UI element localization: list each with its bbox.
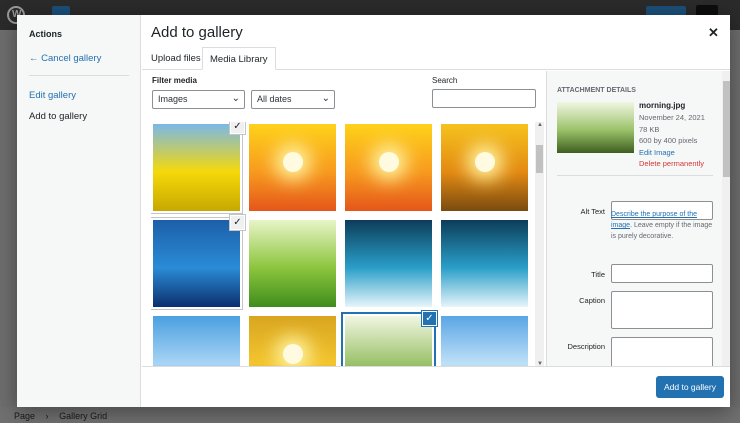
description-textarea[interactable] <box>611 337 713 366</box>
chevron-down-icon: ⌄ <box>231 93 240 104</box>
caption-label: Caption <box>579 296 605 305</box>
attachment-sunflower-field[interactable] <box>249 316 336 366</box>
attachment-sky-horizon[interactable] <box>441 316 528 366</box>
scroll-thumb[interactable] <box>536 145 543 173</box>
caption-textarea[interactable] <box>611 291 713 329</box>
modal-title: Add to gallery <box>151 24 243 41</box>
sun-glare <box>379 152 399 172</box>
attachment-orange-sunburst-2[interactable] <box>345 124 432 211</box>
menu-separator <box>29 75 129 76</box>
cancel-gallery-link[interactable]: ← Cancel gallery <box>29 53 101 64</box>
details-scrollbar[interactable] <box>722 71 730 366</box>
scroll-up-icon: ▲ <box>537 122 543 128</box>
search-input[interactable] <box>432 89 536 108</box>
attachment-orange-sunburst-1[interactable] <box>249 124 336 211</box>
tab-upload-files[interactable]: Upload files <box>144 47 208 70</box>
date-filter-select[interactable]: All dates ⌄ <box>251 90 335 109</box>
grid-scrollbar[interactable]: ▲ ▼ <box>535 122 544 367</box>
details-separator <box>557 175 713 176</box>
attachment-green-grass[interactable] <box>249 220 336 307</box>
sun-glare <box>475 152 495 172</box>
add-to-gallery-button[interactable]: Add to gallery <box>656 376 724 398</box>
breadcrumb-block: Gallery Grid <box>59 411 108 421</box>
details-scroll-thumb[interactable] <box>723 81 730 177</box>
editor-breadcrumb: Page › Gallery Grid <box>0 407 740 423</box>
description-label: Description <box>567 342 605 351</box>
title-label: Title <box>591 270 605 279</box>
media-modal: Actions ← Cancel gallery Edit gallery Ad… <box>17 15 730 407</box>
tab-media-library[interactable]: Media Library <box>202 47 276 70</box>
checkmark-icon[interactable]: ✓ <box>422 311 437 326</box>
filter-media-label: Filter media <box>152 76 197 85</box>
attachment-date: November 24, 2021 <box>639 113 705 122</box>
attachment-dimensions: 600 by 400 pixels <box>639 136 698 145</box>
alt-text-help: Describe the purpose of the image. Leave… <box>611 209 715 242</box>
attachments-browser: Filter media Images ⌄ All dates ⌄ Search… <box>142 71 545 366</box>
attachment-details-panel: Attachment Details morning.jpg November … <box>546 71 730 366</box>
attachment-morning-forest[interactable]: ✓ <box>341 311 437 366</box>
checkmark-icon[interactable]: ✓ <box>230 215 245 230</box>
attachment-blue-sky-sea[interactable] <box>153 316 240 366</box>
delete-permanently-link[interactable]: Delete permanently <box>639 159 704 168</box>
attachment-preview <box>557 102 634 153</box>
close-icon[interactable]: ✕ <box>708 25 719 41</box>
attachment-details-heading: Attachment Details <box>557 87 636 94</box>
media-type-value: Images <box>158 94 188 104</box>
attachment-yellow-rapeseed-field[interactable]: ✓ <box>151 122 245 214</box>
attachment-ocean-wave-2[interactable] <box>441 220 528 307</box>
media-type-select[interactable]: Images ⌄ <box>152 90 245 109</box>
edit-image-link[interactable]: Edit Image <box>639 148 675 157</box>
breadcrumb-separator: › <box>45 411 49 421</box>
attachment-grid: ✓ ✓ ✓ <box>151 122 536 366</box>
media-toolbar: Add to gallery <box>142 366 730 407</box>
checkmark-icon[interactable]: ✓ <box>230 122 245 134</box>
attachment-size: 78 KB <box>639 125 660 134</box>
menu-heading: Actions <box>29 29 63 39</box>
media-menu: Actions ← Cancel gallery Edit gallery Ad… <box>17 15 141 407</box>
chevron-down-icon: ⌄ <box>321 93 330 104</box>
add-to-gallery-menu-item[interactable]: Add to gallery <box>29 111 87 122</box>
attachment-blue-jellyfish[interactable]: ✓ <box>151 215 245 310</box>
sun-glare <box>283 152 303 172</box>
attachment-ocean-wave-1[interactable] <box>345 220 432 307</box>
search-label: Search <box>432 76 458 85</box>
date-filter-value: All dates <box>257 94 292 104</box>
sun-glare <box>283 344 303 364</box>
title-input[interactable] <box>611 264 713 283</box>
attachment-filename: morning.jpg <box>639 101 686 110</box>
alt-text-label: Alt Text <box>580 207 605 216</box>
edit-gallery-link[interactable]: Edit gallery <box>29 90 76 101</box>
router-tabs: Upload files Media Library <box>142 47 730 70</box>
attachment-sunset-clouds[interactable] <box>441 124 528 211</box>
breadcrumb-page: Page <box>14 411 36 421</box>
